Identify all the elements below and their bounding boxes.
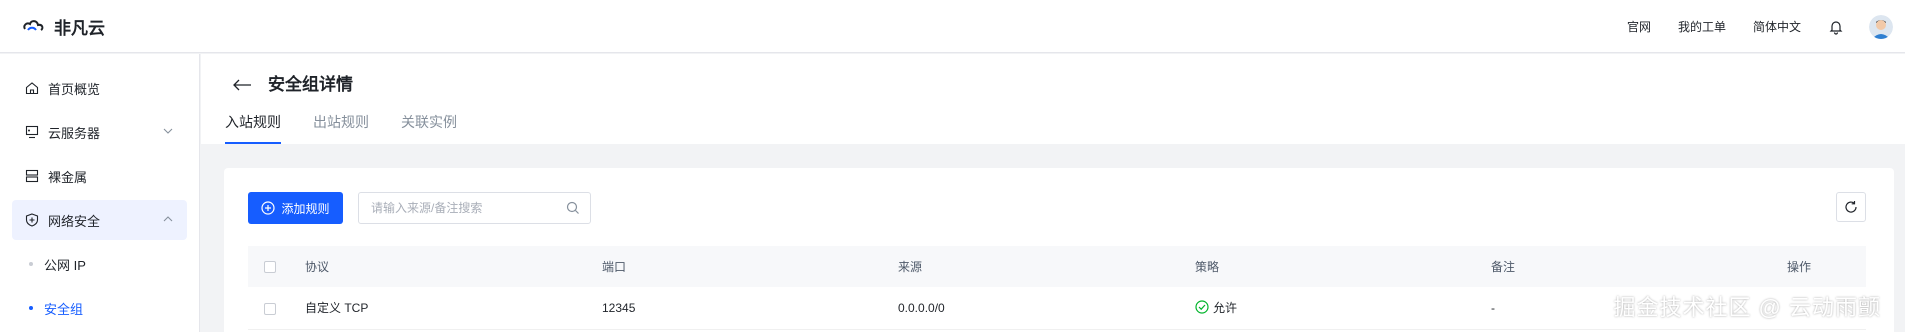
table-header-row: 协议 端口 来源 策略 备注 操作	[248, 246, 1866, 287]
avatar[interactable]	[1869, 14, 1893, 39]
add-rule-button[interactable]: 添加规则	[248, 192, 343, 224]
column-header-actions: 操作	[1787, 260, 1812, 274]
nav-my-tickets[interactable]: 我的工单	[1678, 18, 1726, 35]
shield-icon	[24, 212, 40, 228]
bell-icon[interactable]	[1828, 19, 1844, 35]
select-all-checkbox[interactable]	[264, 261, 276, 274]
sidebar-subitem-label: 公网 IP	[44, 257, 86, 273]
column-header-note: 备注	[1491, 260, 1516, 274]
back-button[interactable]	[231, 74, 253, 96]
sidebar-item-label: 首页概览	[48, 81, 101, 97]
row-checkbox[interactable]	[264, 302, 276, 315]
search-icon[interactable]	[566, 201, 580, 215]
sidebar-subitem-public-ip[interactable]: 公网 IP	[12, 244, 187, 284]
refresh-button[interactable]	[1836, 192, 1866, 222]
search-input[interactable]	[371, 201, 551, 215]
column-header-port: 端口	[602, 260, 627, 274]
sidebar-item-overview[interactable]: 首页概览	[12, 68, 187, 108]
refresh-icon	[1845, 201, 1857, 213]
sidebar-subitem-security-group[interactable]: 安全组	[12, 288, 187, 328]
add-rule-label: 添加规则	[281, 201, 330, 216]
sidebar-item-bare-metal[interactable]: 裸金属	[12, 156, 187, 196]
cell-protocol: 自定义 TCP	[305, 287, 602, 330]
app-name: 非凡云	[54, 18, 105, 38]
plus-circle-icon	[261, 201, 276, 215]
tab-outbound-rules[interactable]: 出站规则	[313, 112, 369, 144]
sidebar-item-network-security[interactable]: 网络安全	[12, 200, 187, 240]
top-nav: 官网 我的工单 简体中文	[1627, 0, 1905, 53]
page-title: 安全组详情	[268, 75, 353, 94]
cell-source: 0.0.0.0/0	[898, 287, 1195, 330]
logo[interactable]: 非凡云	[22, 14, 105, 39]
column-header-source: 来源	[898, 260, 923, 274]
sidebar: 首页概览 云服务器 裸金属 网络安全 公网 IP 安全组	[0, 54, 200, 332]
search-box	[358, 192, 591, 224]
arrow-left-icon	[233, 79, 251, 91]
sidebar-item-label: 网络安全	[48, 213, 101, 229]
nav-official-site[interactable]: 官网	[1627, 18, 1651, 35]
bullet-dot	[29, 306, 33, 310]
cell-policy: 允许	[1195, 287, 1491, 330]
column-header-policy: 策略	[1195, 260, 1220, 274]
bare-metal-icon	[24, 168, 40, 184]
sidebar-item-cloud-server[interactable]: 云服务器	[12, 112, 187, 152]
user-avatar-icon	[1869, 14, 1893, 39]
cell-port: 12345	[602, 287, 898, 330]
policy-label: 允许	[1213, 300, 1238, 315]
top-bar: 非凡云 官网 我的工单 简体中文	[0, 0, 1905, 53]
watermark: 掘金技术社区 @ 云动雨颤	[1613, 295, 1881, 320]
cloud-logo-icon	[23, 20, 44, 31]
sidebar-item-label: 云服务器	[48, 125, 101, 141]
sidebar-subitem-label: 安全组	[44, 301, 84, 317]
column-header-protocol: 协议	[305, 260, 330, 274]
tab-associated-instances[interactable]: 关联实例	[401, 112, 457, 144]
tab-inbound-rules[interactable]: 入站规则	[225, 112, 281, 144]
sidebar-item-label: 裸金属	[48, 169, 88, 185]
server-icon	[24, 124, 40, 140]
chevron-down-icon	[163, 128, 173, 134]
page-header: 安全组详情 入站规则 出站规则 关联实例	[201, 54, 1905, 144]
chevron-up-icon	[163, 216, 173, 222]
home-icon	[24, 80, 40, 96]
tab-bar: 入站规则 出站规则 关联实例	[225, 112, 489, 144]
bullet-dot	[29, 262, 33, 266]
nav-language[interactable]: 简体中文	[1753, 18, 1801, 35]
check-circle-icon	[1195, 300, 1209, 314]
